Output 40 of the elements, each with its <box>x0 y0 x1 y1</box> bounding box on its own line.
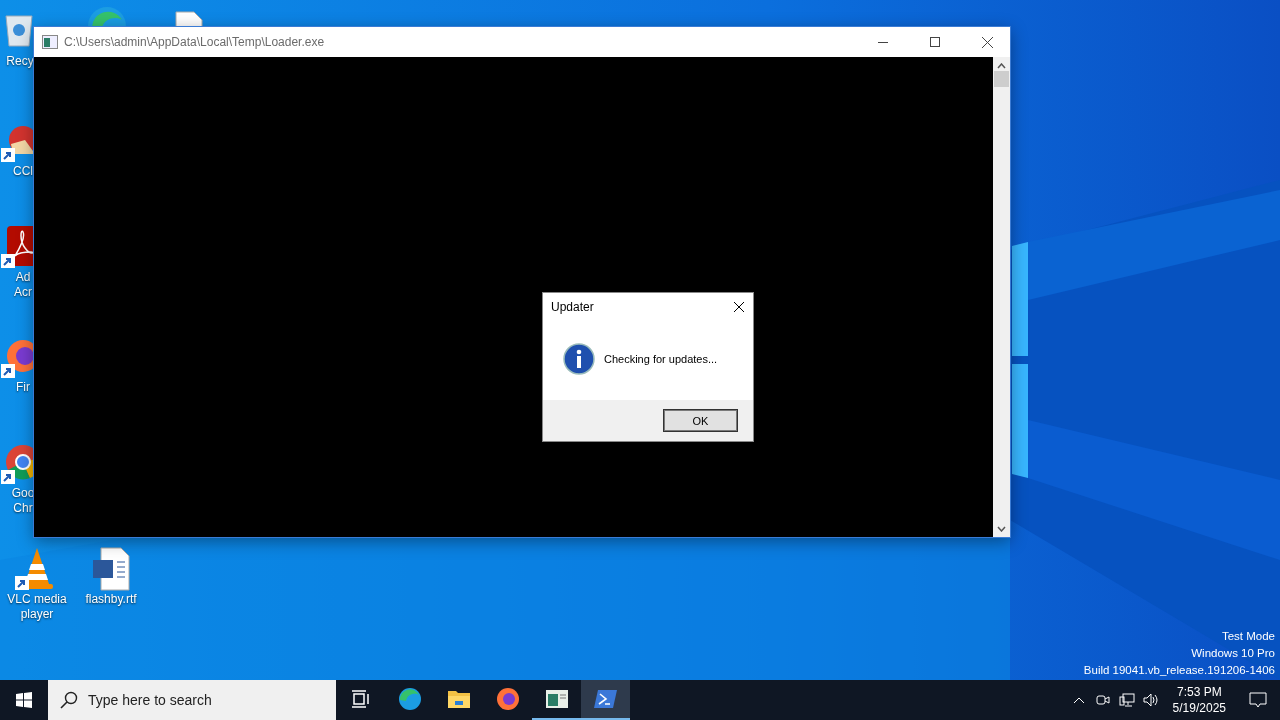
system-watermark-text: Test Mode <box>1221 629 1275 644</box>
application-window-icon <box>544 689 569 709</box>
edge-icon <box>397 687 422 711</box>
scroll-down-icon <box>997 526 1006 532</box>
desktop-icon-label: Ad <box>15 270 31 285</box>
desktop-icon-label: player <box>20 607 54 622</box>
desktop-icon-label: Recy <box>6 54 34 69</box>
system-watermark-text: Build 19041.vb_release.191206-1406 <box>1083 663 1275 678</box>
search-icon <box>60 691 78 709</box>
windows-logo-icon <box>16 692 32 708</box>
close-button[interactable] <box>733 301 745 313</box>
clock[interactable]: 7:53 PM 5/19/2025 <box>1162 684 1236 716</box>
acrobat-icon[interactable] <box>1 224 34 270</box>
scrollbar[interactable] <box>993 57 1010 537</box>
scroll-up-icon <box>997 63 1006 69</box>
info-icon <box>563 342 595 375</box>
dialog-message: Checking for updates... <box>604 352 718 365</box>
desktop-icon-label: Chr <box>13 501 33 516</box>
search-field[interactable]: Type here to search <box>48 680 336 720</box>
desktop-icon-label: CCl <box>13 164 33 179</box>
close-icon <box>981 36 993 48</box>
clock-time: 7:53 PM <box>1176 684 1222 700</box>
desktop-icon-label: Acr <box>14 285 32 300</box>
desktop-icon-label: VLC media <box>7 592 67 607</box>
scroll-thumb[interactable] <box>994 71 1009 87</box>
terminal-icon <box>593 689 618 709</box>
dialog-title: Updater <box>551 300 594 314</box>
desktop-icon-label: Fir <box>16 380 30 395</box>
desktop-icon-label: flashby.rtf <box>85 592 137 607</box>
maximize-icon <box>930 37 940 47</box>
window-title: C:\Users\admin\AppData\Local\Temp\Loader.exe <box>64 35 326 49</box>
folder-icon <box>446 689 471 709</box>
ok-button[interactable]: OK <box>663 409 738 432</box>
firefox-icon <box>495 687 520 711</box>
minimize-icon <box>878 41 888 43</box>
clock-date: 5/19/2025 <box>1172 700 1226 716</box>
system-watermark-text: Windows 10 Pro <box>1191 646 1275 661</box>
application-window-icon <box>42 35 58 49</box>
desktop-icon-label: Goo <box>11 486 35 501</box>
task-view-icon <box>350 690 371 708</box>
